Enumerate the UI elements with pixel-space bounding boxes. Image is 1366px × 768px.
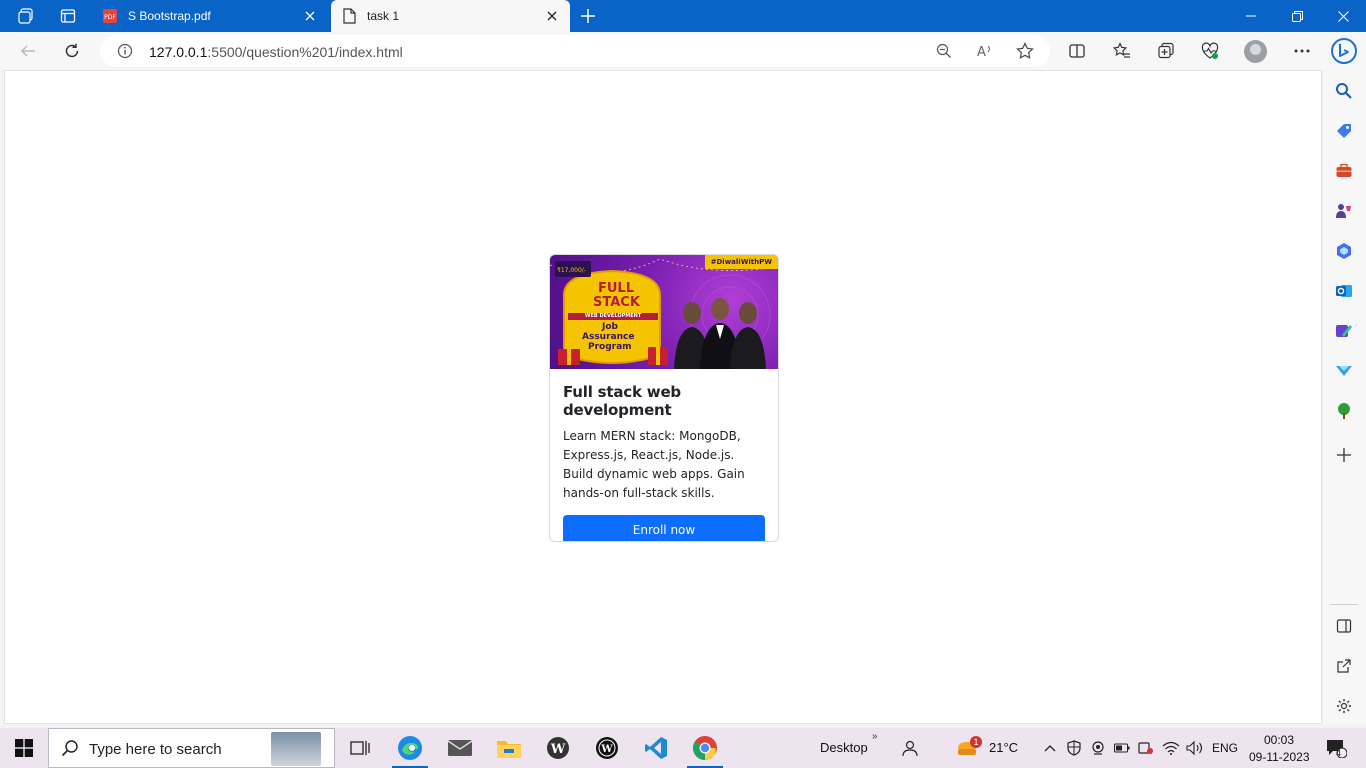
zoom-out-icon[interactable] <box>932 39 956 63</box>
edge-sidebar <box>1323 70 1366 724</box>
hide-sidebar-icon[interactable] <box>1333 615 1355 637</box>
svg-text:W: W <box>550 742 566 757</box>
collections-icon[interactable] <box>1152 37 1180 65</box>
battery-icon[interactable] <box>1112 732 1132 764</box>
restore-icon[interactable] <box>1274 0 1320 32</box>
page-icon <box>341 8 357 24</box>
tab-pdf[interactable]: PDF S Bootstrap.pdf <box>92 0 328 32</box>
search-placeholder: Type here to search <box>89 741 222 758</box>
favorites-icon[interactable] <box>1108 37 1136 65</box>
banner-sub1: Job <box>602 322 618 332</box>
profile-avatar[interactable] <box>1244 40 1267 63</box>
course-card: #DiwaliWithPW ₹17,000/- FULL STACK WEB D… <box>549 254 779 542</box>
workspaces-icon[interactable] <box>12 4 40 28</box>
wordpress-alt-icon[interactable]: W <box>587 732 627 764</box>
course-banner-image: #DiwaliWithPW ₹17,000/- FULL STACK WEB D… <box>550 255 778 369</box>
wordpress-icon[interactable]: W <box>538 732 578 764</box>
address-bar[interactable]: 127.0.0.1:5500/question%201/index.html A <box>100 35 1050 67</box>
banner-price: ₹17,000/- <box>557 267 586 274</box>
browser-essentials-icon[interactable] <box>1196 37 1224 65</box>
weather-icon[interactable] <box>950 732 986 764</box>
url-host: 127.0.0.1 <box>149 44 208 60</box>
tab-task-1[interactable]: task 1 <box>331 0 570 32</box>
language-indicator[interactable]: ENG <box>1212 741 1238 755</box>
shopping-tag-icon[interactable] <box>1333 120 1355 142</box>
add-sidebar-app-icon[interactable] <box>1333 444 1355 466</box>
url-text: 127.0.0.1:5500/question%201/index.html <box>149 44 403 60</box>
search-icon[interactable] <box>1333 80 1355 102</box>
new-tab-icon[interactable] <box>576 4 600 28</box>
games-icon[interactable] <box>1333 200 1355 222</box>
tab-label: S Bootstrap.pdf <box>128 9 211 23</box>
volume-icon[interactable] <box>1184 732 1206 764</box>
close-tab-icon[interactable] <box>302 8 318 24</box>
more-menu-icon[interactable] <box>1288 37 1316 65</box>
tools-briefcase-icon[interactable] <box>1333 160 1355 182</box>
notification-count: 4 <box>1336 748 1342 758</box>
browser-toolbar: 127.0.0.1:5500/question%201/index.html A <box>0 32 1366 70</box>
svg-text:A: A <box>977 45 986 59</box>
weather-badge: 1 <box>970 736 982 748</box>
chevron-up-icon[interactable] <box>1040 732 1060 764</box>
browser-title-bar: PDF S Bootstrap.pdf task 1 <box>0 0 1366 32</box>
shield-security-icon[interactable] <box>1064 732 1084 764</box>
designer-icon[interactable] <box>1333 320 1355 342</box>
chevron-more-icon[interactable]: » <box>872 731 878 742</box>
read-aloud-icon[interactable]: A <box>973 39 997 63</box>
split-screen-icon[interactable] <box>1063 37 1091 65</box>
favorite-star-icon[interactable] <box>1013 39 1037 63</box>
microsoft-365-icon[interactable] <box>1333 240 1355 262</box>
close-window-icon[interactable] <box>1320 0 1366 32</box>
banner-sub3: Program <box>588 342 632 352</box>
info-icon[interactable] <box>117 43 133 59</box>
tab-actions-icon[interactable] <box>54 4 82 28</box>
chrome-icon[interactable] <box>685 732 725 764</box>
banner-sub2: Assurance <box>582 332 635 342</box>
settings-gear-icon[interactable] <box>1333 695 1355 717</box>
file-explorer-icon[interactable] <box>489 732 529 764</box>
banner-line1: FULL <box>598 281 635 296</box>
clock-time[interactable]: 00:03 <box>1264 733 1294 747</box>
card-body: Full stack web development Learn MERN st… <box>550 369 778 541</box>
mail-icon[interactable] <box>440 732 480 764</box>
banner-hashtag: #DiwaliWithPW <box>704 255 778 269</box>
taskbar-search-input[interactable]: Type here to search <box>48 728 335 768</box>
windows-taskbar: Type here to search W W Desktop » 1 21°C <box>0 728 1366 768</box>
recording-icon[interactable] <box>1136 732 1156 764</box>
people-icon[interactable] <box>892 732 928 764</box>
refresh-icon[interactable] <box>58 37 86 65</box>
outlook-icon[interactable] <box>1333 280 1355 302</box>
send-drop-icon[interactable] <box>1333 360 1355 382</box>
windows-start-icon[interactable] <box>4 732 44 764</box>
svg-text:W: W <box>600 744 613 755</box>
search-icon <box>61 739 79 762</box>
pdf-icon: PDF <box>102 8 118 24</box>
webcam-icon[interactable] <box>1088 732 1108 764</box>
banner-ribbon: WEB DEVELOPMENT <box>585 313 642 319</box>
clock-date[interactable]: 09-11-2023 <box>1249 750 1310 764</box>
page-viewport: #DiwaliWithPW ₹17,000/- FULL STACK WEB D… <box>4 70 1322 724</box>
vscode-icon[interactable] <box>636 732 676 764</box>
url-path: :5500/question%201/index.html <box>207 44 403 60</box>
wifi-icon[interactable] <box>1160 732 1182 764</box>
close-tab-icon[interactable] <box>544 8 560 24</box>
back-icon[interactable] <box>14 37 42 65</box>
weather-temperature[interactable]: 21°C <box>989 740 1018 755</box>
external-link-icon[interactable] <box>1333 655 1355 677</box>
svg-text:PDF: PDF <box>104 14 116 21</box>
tab-label: task 1 <box>367 9 400 23</box>
banner-line2: STACK <box>593 295 640 310</box>
bing-copilot-icon[interactable] <box>1328 35 1360 67</box>
minimize-icon[interactable] <box>1228 0 1274 32</box>
card-description: Learn MERN stack: MongoDB, Express.js, R… <box>563 429 745 500</box>
search-highlight-image <box>271 732 321 766</box>
desktop-toolbar-label[interactable]: Desktop <box>820 740 868 755</box>
sidebar-divider <box>1330 604 1358 605</box>
card-title: Full stack web development <box>563 383 681 419</box>
task-view-icon[interactable] <box>340 732 380 764</box>
edge-taskbar-icon[interactable] <box>390 732 430 764</box>
enroll-now-button[interactable]: Enroll now <box>563 515 765 541</box>
tree-icon[interactable] <box>1333 400 1355 422</box>
